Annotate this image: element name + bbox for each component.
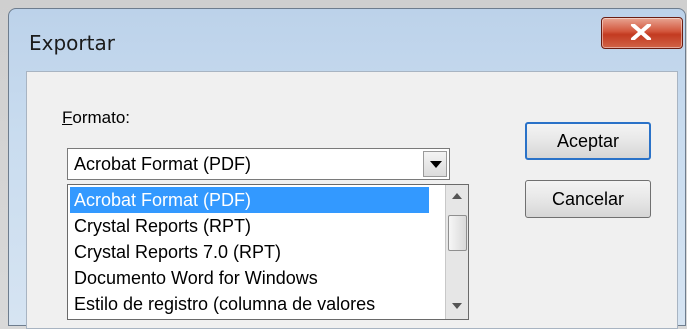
format-label-accel: F	[62, 108, 73, 127]
arrow-down-icon	[452, 303, 462, 309]
scroll-down-button[interactable]	[446, 297, 468, 317]
cancel-button[interactable]: Cancelar	[525, 180, 651, 218]
chevron-down-icon	[430, 161, 442, 168]
export-dialog: Exportar Formato: Acrobat Format (PDF) A…	[8, 8, 686, 329]
format-option[interactable]: Acrobat Format (PDF)	[70, 187, 429, 213]
scroll-up-button[interactable]	[446, 187, 468, 207]
dialog-title: Exportar	[29, 31, 115, 55]
format-option[interactable]: Crystal Reports (RPT)	[70, 213, 429, 239]
format-dropdown-list[interactable]: Acrobat Format (PDF) Crystal Reports (RP…	[67, 184, 469, 320]
format-option[interactable]: Crystal Reports 7.0 (RPT)	[70, 239, 429, 265]
close-button[interactable]	[601, 17, 683, 49]
format-combobox[interactable]: Acrobat Format (PDF)	[67, 148, 450, 180]
dialog-body: Formato: Acrobat Format (PDF) Acrobat Fo…	[26, 71, 678, 329]
format-option[interactable]: Estilo de registro (columna de valores	[70, 291, 429, 317]
list-scrollbar[interactable]	[445, 185, 468, 319]
format-combobox-value: Acrobat Format (PDF)	[74, 154, 252, 174]
accept-button[interactable]: Aceptar	[525, 122, 651, 160]
format-option[interactable]: Documento Word for Windows	[70, 265, 429, 291]
format-label: Formato:	[62, 108, 130, 128]
arrow-up-icon	[452, 193, 462, 199]
scroll-thumb[interactable]	[448, 215, 467, 251]
close-icon	[631, 24, 651, 40]
format-label-rest: ormato:	[72, 108, 131, 127]
combobox-dropdown-button[interactable]	[423, 151, 447, 177]
